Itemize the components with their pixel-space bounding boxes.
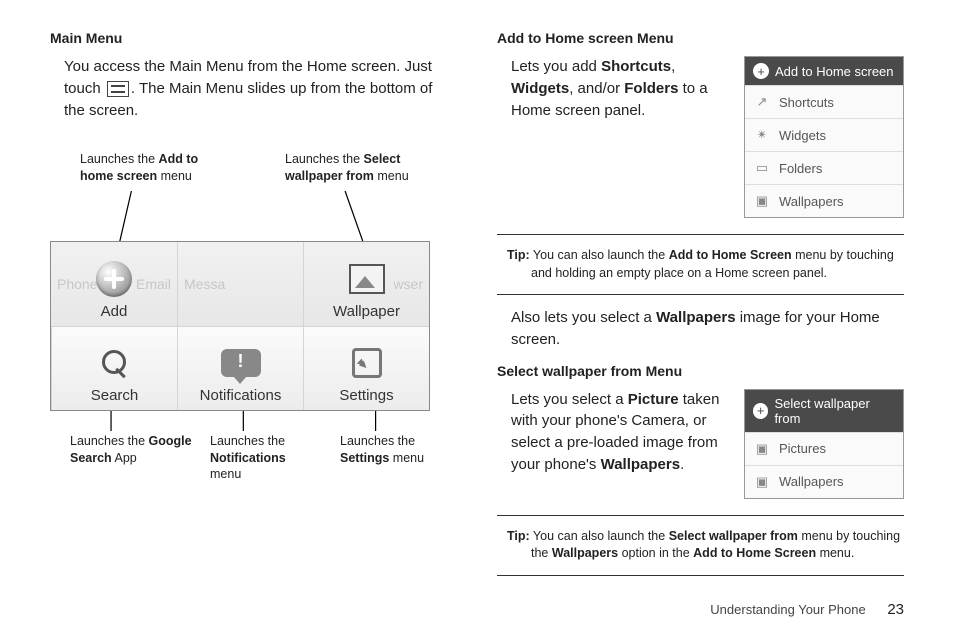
callout-select-wallpaper: Launches the Select wallpaper from menu bbox=[285, 151, 425, 184]
main-menu-grid: Phone Email Add Messa wser Wallpaper Sea… bbox=[50, 241, 430, 411]
bg-browser: wser bbox=[393, 276, 423, 292]
tip-add-home: Tip: You can also launch the Add to Home… bbox=[497, 247, 904, 282]
tip-select-wallpaper: Tip: You can also launch the Select wall… bbox=[497, 528, 904, 563]
label-settings: Settings bbox=[339, 387, 393, 404]
bg-phone: Phone bbox=[57, 276, 97, 292]
also-para: Also lets you select a Wallpapers image … bbox=[511, 307, 904, 351]
gear-icon: ✴ bbox=[753, 126, 771, 144]
panel-header: + Add to Home screen bbox=[745, 57, 903, 85]
row-wallpapers[interactable]: ▣Wallpapers bbox=[745, 184, 903, 217]
row-wallpapers2[interactable]: ▣Wallpapers bbox=[745, 465, 903, 498]
bg-email: Email bbox=[136, 276, 171, 292]
row-folders[interactable]: ▭Folders bbox=[745, 151, 903, 184]
main-menu-heading: Main Menu bbox=[50, 30, 457, 46]
cell-notifications[interactable]: Notifications bbox=[177, 326, 303, 410]
separator bbox=[497, 575, 904, 576]
picture-icon: ▣ bbox=[753, 440, 771, 458]
picture-icon: ▣ bbox=[753, 192, 771, 210]
add-home-para: Lets you add Shortcuts, Widgets, and/or … bbox=[511, 56, 730, 121]
callout-notifications: Launches the Notifications menu bbox=[210, 433, 320, 482]
label-notifications: Notifications bbox=[200, 387, 282, 404]
separator bbox=[497, 234, 904, 235]
row-shortcuts[interactable]: ↗Shortcuts bbox=[745, 85, 903, 118]
chapter-name: Understanding Your Phone bbox=[710, 602, 865, 617]
plus-circle-icon: + bbox=[753, 63, 769, 79]
notification-icon bbox=[221, 349, 261, 377]
picture-icon bbox=[349, 264, 385, 294]
select-wallpaper-panel: + Select wallpaper from ▣Pictures ▣Wallp… bbox=[744, 389, 904, 499]
separator bbox=[497, 515, 904, 516]
menu-icon bbox=[107, 81, 129, 97]
select-wallpaper-heading: Select wallpaper from Menu bbox=[497, 363, 904, 379]
cell-settings[interactable]: Settings bbox=[303, 326, 429, 410]
row-widgets[interactable]: ✴Widgets bbox=[745, 118, 903, 151]
page-number: 23 bbox=[887, 601, 904, 618]
main-menu-intro: You access the Main Menu from the Home s… bbox=[64, 56, 457, 121]
panel-title: Select wallpaper from bbox=[774, 396, 895, 426]
callout-settings: Launches the Settings menu bbox=[340, 433, 450, 466]
cell-wallpaper[interactable]: wser Wallpaper bbox=[303, 242, 429, 326]
settings-icon bbox=[352, 348, 382, 378]
bg-messa: Messa bbox=[184, 276, 225, 292]
search-icon bbox=[97, 345, 133, 381]
arrow-icon: ↗ bbox=[753, 93, 771, 111]
row-pictures[interactable]: ▣Pictures bbox=[745, 432, 903, 465]
add-home-heading: Add to Home screen Menu bbox=[497, 30, 904, 46]
label-wallpaper: Wallpaper bbox=[333, 303, 400, 320]
cell-search[interactable]: Search bbox=[51, 326, 177, 410]
page-footer: Understanding Your Phone 23 bbox=[710, 601, 904, 618]
panel-title: Add to Home screen bbox=[775, 64, 894, 79]
plus-circle-icon: + bbox=[753, 403, 768, 419]
plus-icon bbox=[96, 261, 132, 297]
callout-add-home: Launches the Add to home screen menu bbox=[80, 151, 220, 184]
callout-search: Launches the Google Search App bbox=[70, 433, 200, 466]
label-add: Add bbox=[101, 303, 128, 320]
label-search: Search bbox=[91, 387, 139, 404]
panel-header: + Select wallpaper from bbox=[745, 390, 903, 432]
add-home-panel: + Add to Home screen ↗Shortcuts ✴Widgets… bbox=[744, 56, 904, 218]
cell-wallpaper-blank: Messa bbox=[177, 242, 303, 326]
separator bbox=[497, 294, 904, 295]
cell-add[interactable]: Phone Email Add bbox=[51, 242, 177, 326]
select-wallpaper-para: Lets you select a Picture taken with you… bbox=[511, 389, 730, 476]
folder-icon: ▭ bbox=[753, 159, 771, 177]
picture-icon: ▣ bbox=[753, 473, 771, 491]
main-menu-diagram: Launches the Add to home screen menu Lau… bbox=[50, 151, 457, 481]
